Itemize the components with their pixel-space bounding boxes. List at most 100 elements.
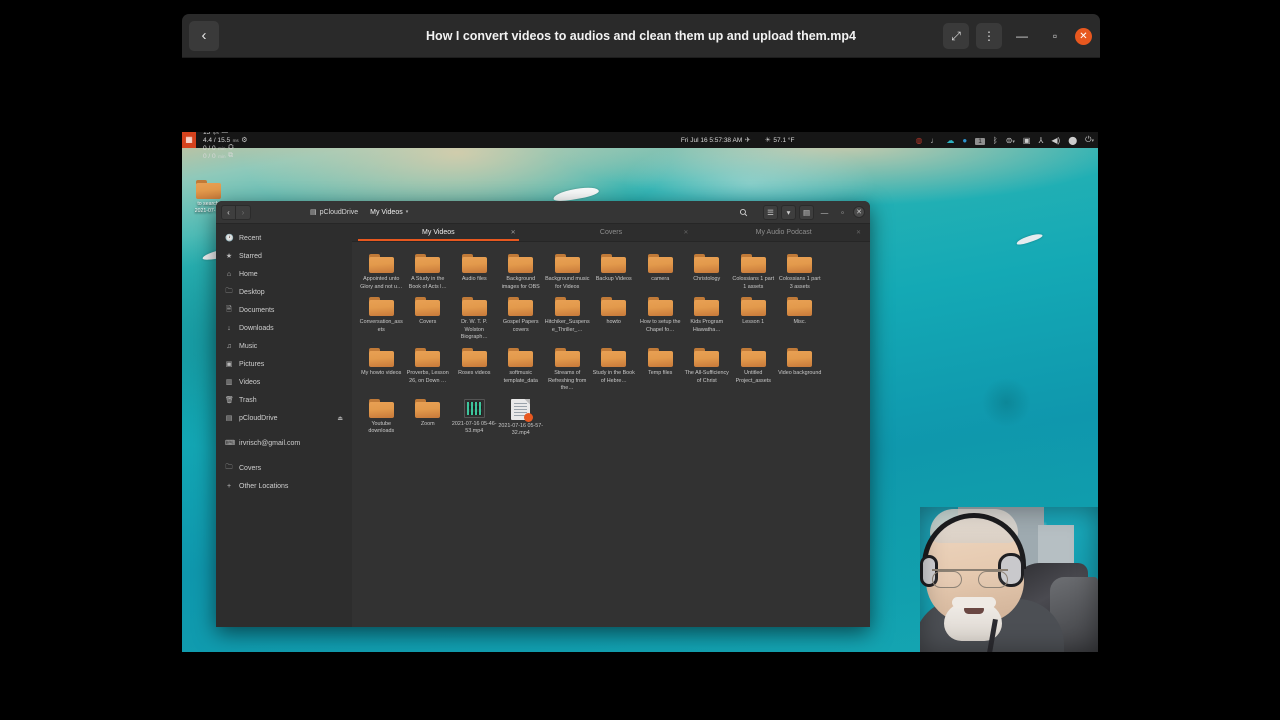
sidebar-item-covers[interactable]: 🗀 Covers	[216, 459, 352, 477]
record-indicator-icon[interactable]: ◍	[911, 136, 926, 145]
folder-item[interactable]: Video background	[777, 344, 824, 393]
cloud-icon-glyph: ☁	[946, 135, 955, 145]
folder-item[interactable]: Background images for OBS	[498, 250, 545, 291]
overflow-menu-button[interactable]: ⋮	[976, 23, 1002, 49]
share-icon[interactable]: ⅄	[1034, 136, 1047, 145]
hamburger-menu-button[interactable]: ▤	[799, 204, 814, 220]
workspace-badge[interactable]: 1	[971, 136, 989, 145]
system-bar-item[interactable]: 0 / 0 min ⧉	[196, 152, 259, 160]
folder-item[interactable]: Christology	[684, 250, 731, 291]
app-logo-icon[interactable]: ▦	[182, 132, 196, 148]
folder-item[interactable]: Backup Videos	[591, 250, 638, 291]
sidebar-item-starred[interactable]: ★ Starred	[216, 247, 352, 265]
folder-item[interactable]: Temp files	[637, 344, 684, 393]
folder-item[interactable]: Lesson 1	[730, 293, 777, 342]
folder-item[interactable]: Kids Program Hiawatha…	[684, 293, 731, 342]
sidebar-item-desktop[interactable]: 🗀 Desktop	[216, 283, 352, 301]
folder-item[interactable]: Gospel Papers covers	[498, 293, 545, 342]
folder-item[interactable]: Colossians 1 part 1 assets	[730, 250, 777, 291]
folder-item[interactable]: Proverbs, Lesson 26, on Down …	[405, 344, 452, 393]
bluetooth-icon[interactable]: ᛒ	[989, 136, 1002, 145]
folder-item[interactable]: Dr. W. T. P. Wolston Biograph…	[451, 293, 498, 342]
system-bar-item[interactable]: 0 / 0 min ⛭	[196, 144, 259, 152]
folder-item[interactable]: Study in the Book of Hebre…	[591, 344, 638, 393]
folder-item[interactable]: Zoom	[405, 395, 452, 438]
folder-item[interactable]: A Study in the Book of Acts l…	[405, 250, 452, 291]
weather-indicator[interactable]: ☀ 57.1 °F	[758, 136, 802, 145]
folder-item[interactable]: Streams of Refreshing from the…	[544, 344, 591, 393]
folder-item[interactable]: Untitled Project_assets	[730, 344, 777, 393]
folder-item[interactable]: Appointed unto Glory and not u…	[358, 250, 405, 291]
folder-item[interactable]: Roses videos	[451, 344, 498, 393]
folder-item[interactable]: Background music for Videos	[544, 250, 591, 291]
folder-item[interactable]: The All-Sufficiency of Christ	[684, 344, 731, 393]
nav-back-button[interactable]: ‹	[221, 204, 236, 220]
breadcrumb-item[interactable]: ▤ pCloudDrive	[306, 206, 362, 218]
sidebar-item-icon: ★	[225, 253, 233, 260]
sidebar-item-other-locations[interactable]: + Other Locations	[216, 477, 352, 495]
webcam-vignette	[920, 507, 1098, 652]
system-bar-item-icon: ⧉	[228, 152, 234, 159]
clock[interactable]: Fri Jul 16 5:57:38 AM ✈	[674, 136, 758, 145]
folder-item[interactable]: Audio files	[451, 250, 498, 291]
breadcrumb-item[interactable]: My Videos ▾	[366, 207, 412, 218]
maximize-button[interactable]: ▫	[1042, 23, 1068, 49]
network-icon[interactable]: ⊜▾	[1002, 136, 1019, 145]
file-label: How to setup the Chapel fo…	[640, 319, 681, 333]
close-button[interactable]: ✕	[853, 206, 865, 218]
cloud-icon[interactable]: ☁	[942, 136, 958, 145]
folder-icon	[694, 254, 720, 273]
folder-item[interactable]: camera	[637, 250, 684, 291]
fullscreen-button[interactable]: ⤢	[943, 23, 969, 49]
tab-close-icon[interactable]: ✕	[856, 229, 861, 236]
maximize-button[interactable]: ▫	[835, 205, 850, 220]
power-icon[interactable]: ⏻▾	[1081, 135, 1098, 145]
view-options-caret-button[interactable]: ▾	[781, 204, 796, 220]
tab-my-videos[interactable]: My Videos ✕	[352, 224, 525, 241]
music-note-icon[interactable]: ♩	[926, 136, 942, 145]
tab-covers[interactable]: Covers ✕	[525, 224, 698, 241]
view-list-button[interactable]: ☰	[763, 204, 778, 220]
minimize-button[interactable]: —	[1009, 23, 1035, 49]
eject-icon[interactable]: ⏏	[337, 415, 343, 422]
video-canvas[interactable]: to search 2021-07-13 ▦ ◉OBS Studio▾15fps…	[182, 58, 1100, 706]
camera-icon[interactable]: ▣	[1019, 136, 1035, 145]
microphone-icon[interactable]: ⬤	[1064, 136, 1081, 145]
folder-item[interactable]: Conversation_assets	[358, 293, 405, 342]
folder-item[interactable]: Hitchiker_Suspense_Thriller_…	[544, 293, 591, 342]
nav-forward-button[interactable]: ›	[236, 204, 251, 220]
tab-my-audio-podcast[interactable]: My Audio Podcast ✕	[697, 224, 870, 241]
file-item[interactable]: 2021-07-16 05-46-53.mp4	[451, 395, 498, 438]
sidebar-item-downloads[interactable]: ↓ Downloads	[216, 319, 352, 337]
sidebar-item-irvrisch-gmail-com[interactable]: ⌨ irvrisch@gmail.com	[216, 434, 352, 452]
folder-item[interactable]: softmusic template_data	[498, 344, 545, 393]
sidebar-item-documents[interactable]: 🗎 Documents	[216, 301, 352, 319]
camera-icon-glyph: ▣	[1022, 135, 1031, 145]
folder-item[interactable]: howto	[591, 293, 638, 342]
file-item[interactable]: 2021-07-16 05-57-32.mp4	[498, 395, 545, 438]
sidebar-item-home[interactable]: ⌂ Home	[216, 265, 352, 283]
sidebar-item-pclouddrive[interactable]: ▤ pCloudDrive ⏏	[216, 409, 352, 427]
sidebar-item-music[interactable]: ♫ Music	[216, 337, 352, 355]
close-button[interactable]: ✕	[1075, 27, 1092, 45]
folder-item[interactable]: Covers	[405, 293, 452, 342]
file-grid[interactable]: Appointed unto Glory and not u… A Study i…	[352, 242, 870, 627]
sidebar-item-videos[interactable]: ▥ Videos	[216, 373, 352, 391]
folder-item[interactable]: Colossians 1 part 3 assets	[777, 250, 824, 291]
minimize-button[interactable]: —	[817, 205, 832, 220]
back-button[interactable]: ‹	[189, 20, 219, 51]
sidebar-item-pictures[interactable]: ▣ Pictures	[216, 355, 352, 373]
tab-close-icon[interactable]: ✕	[683, 229, 688, 236]
search-button[interactable]	[736, 205, 751, 220]
folder-item[interactable]: Misc.	[777, 293, 824, 342]
system-bar-item[interactable]: 4.4 / 15.5 ms ⚙	[196, 136, 259, 145]
sidebar-item-trash[interactable]: 🗑 Trash	[216, 391, 352, 409]
tab-close-icon[interactable]: ✕	[511, 229, 516, 236]
folder-item[interactable]: My howto videos	[358, 344, 405, 393]
file-label: Colossians 1 part 1 assets	[732, 276, 775, 290]
folder-item[interactable]: Youtube downloads	[358, 395, 405, 438]
circle-blue-icon[interactable]: ●	[958, 136, 971, 145]
folder-item[interactable]: How to setup the Chapel fo…	[637, 293, 684, 342]
volume-icon[interactable]: ◀)	[1047, 136, 1064, 145]
sidebar-item-recent[interactable]: 🕐 Recent	[216, 229, 352, 247]
